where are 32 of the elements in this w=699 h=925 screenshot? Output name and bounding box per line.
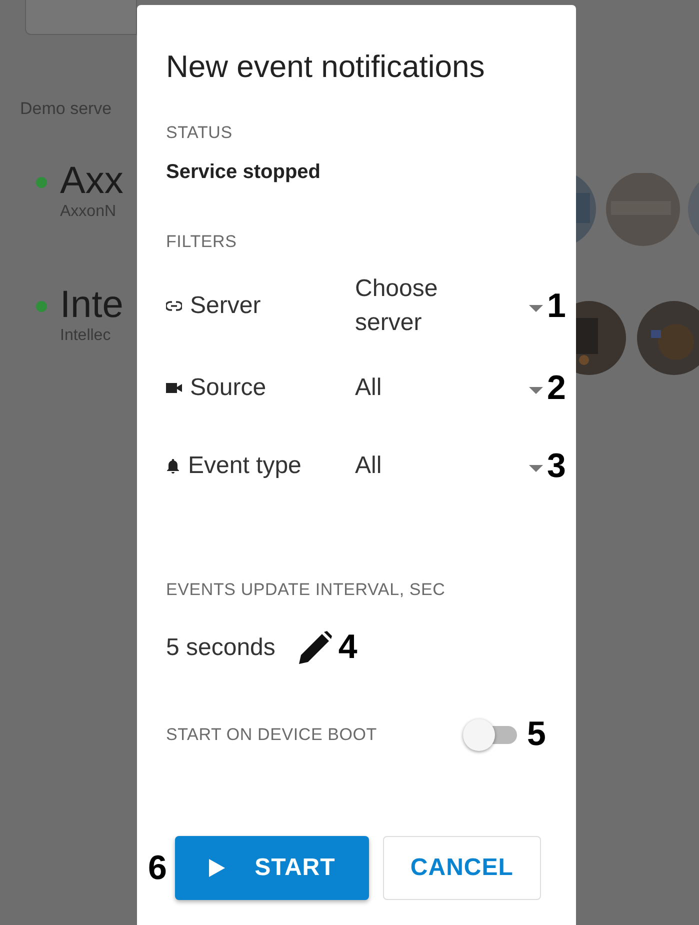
callout-number: 2 — [547, 368, 566, 408]
server-name[interactable]: Axx — [60, 159, 124, 203]
start-button[interactable]: START — [174, 836, 369, 900]
filter-dropdown[interactable]: Choose server — [355, 272, 543, 340]
dialog-title: New event notifications — [166, 49, 485, 85]
callout-number: 4 — [338, 628, 358, 667]
filters-label: FILTERS — [166, 232, 237, 252]
toggle-switch[interactable] — [463, 718, 519, 750]
caret-icon — [529, 464, 543, 472]
callout-number: 3 — [547, 446, 566, 486]
caret-icon — [529, 386, 543, 394]
filter-dropdown[interactable]: All — [355, 371, 543, 405]
filter-label: Event type — [188, 452, 302, 480]
interval-value: 5 seconds — [166, 634, 276, 662]
callout-number: 5 — [527, 715, 546, 754]
server-name[interactable]: Inte — [60, 283, 124, 327]
link-icon — [166, 301, 182, 311]
callout-number: 6 — [148, 848, 167, 888]
pencil-icon[interactable] — [299, 631, 332, 664]
caret-icon — [529, 304, 543, 312]
bell-icon — [166, 458, 180, 474]
filter-label: Server — [190, 292, 261, 320]
callout-number: 1 — [547, 286, 566, 326]
interval-label: EVENTS UPDATE INTERVAL, SEC — [166, 580, 446, 600]
filter-dropdown[interactable]: All — [355, 449, 543, 483]
play-icon — [208, 859, 225, 877]
status-label: STATUS — [166, 123, 232, 143]
boot-label: START ON DEVICE BOOT — [166, 724, 378, 744]
status-value: Service stopped — [166, 161, 321, 184]
filter-label: Source — [190, 374, 266, 402]
cancel-button[interactable]: CANCEL — [382, 836, 541, 900]
camera-icon — [166, 382, 182, 394]
